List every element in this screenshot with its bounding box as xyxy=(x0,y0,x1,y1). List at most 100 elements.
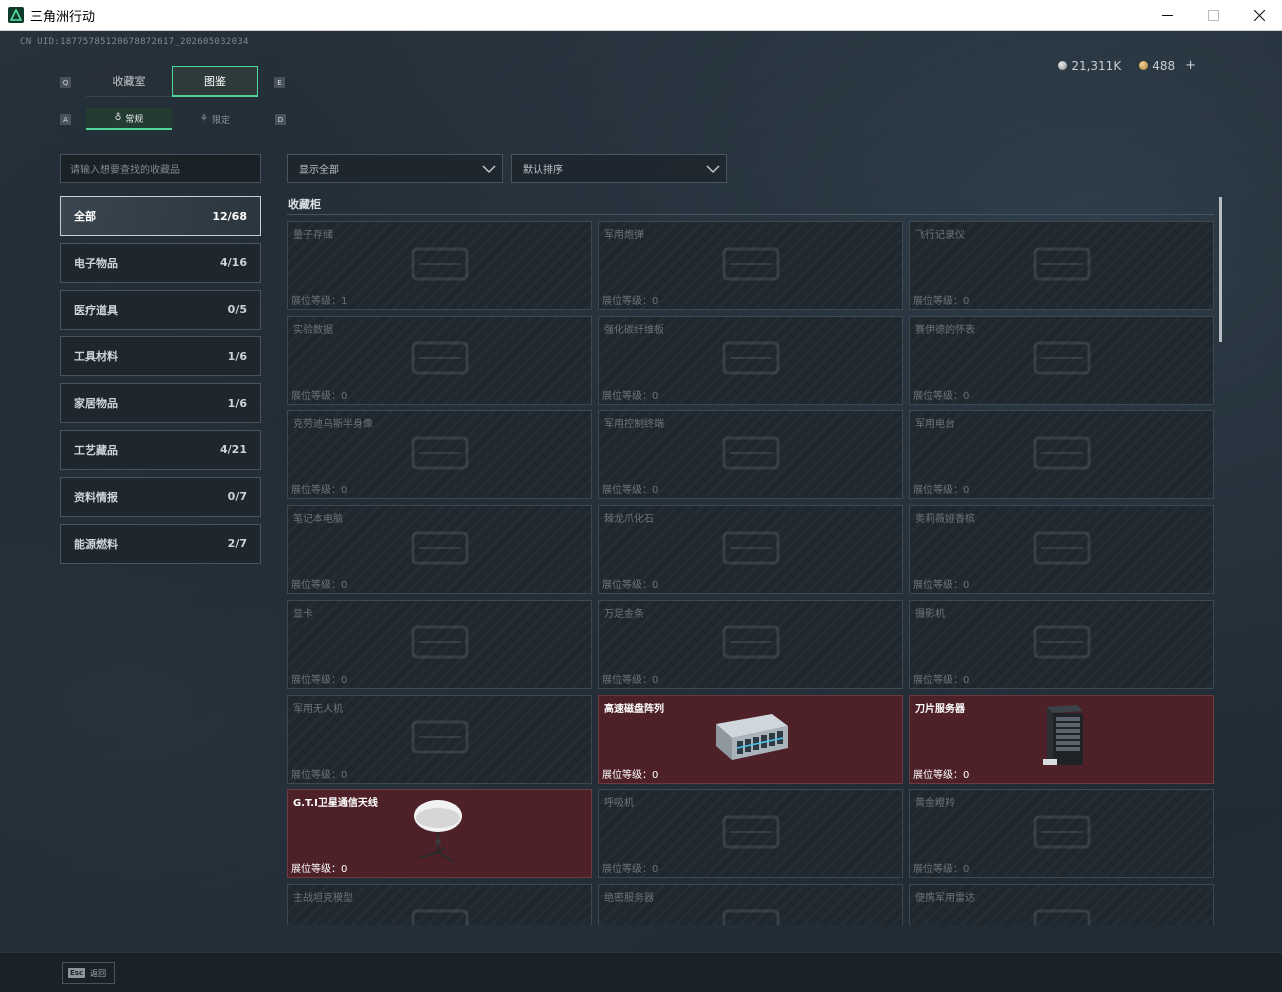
silver-amount: 21,311K xyxy=(1071,58,1122,73)
category-tools[interactable]: 工具材料 1/6 xyxy=(60,336,261,377)
add-currency-button[interactable]: + xyxy=(1185,58,1196,73)
item-name: 军用电台 xyxy=(915,419,955,431)
item-display-level: 展位等级：0 xyxy=(602,674,659,686)
item-card[interactable]: 实验数据 展位等级：0 xyxy=(287,315,592,405)
category-count: 1/6 xyxy=(227,349,247,363)
category-household[interactable]: 家居物品 1/6 xyxy=(60,383,261,424)
disc-icon xyxy=(405,333,475,387)
back-button[interactable]: Esc 返回 xyxy=(62,962,115,984)
item-name: 量子存储 xyxy=(293,230,333,241)
item-card[interactable]: 军用电台 展位等级：0 xyxy=(909,410,1214,500)
tab-regular[interactable]: ♁ 常规 xyxy=(86,108,172,130)
champagne-icon xyxy=(1027,523,1097,577)
item-card[interactable]: 强化碳纤维板 展位等级：0 xyxy=(598,315,903,405)
grid-scrollbar[interactable] xyxy=(1219,197,1222,342)
item-card[interactable]: 摄影机 展位等级：0 xyxy=(909,599,1214,689)
chevron-down-icon xyxy=(706,164,720,173)
item-display-level: 展位等级：0 xyxy=(913,296,970,307)
limited-icon: ⚘ xyxy=(199,114,209,124)
key-hint-q: Q xyxy=(60,77,71,88)
item-card[interactable]: 呼吸机 展位等级：0 xyxy=(598,789,903,879)
tab-limited[interactable]: ⚘ 限定 xyxy=(172,108,258,130)
category-label: 全部 xyxy=(74,210,96,223)
item-display-level: 展位等级：0 xyxy=(602,296,659,307)
item-card[interactable]: G.T.I卫星通信天线 展位等级：0 xyxy=(287,789,592,879)
category-list: 全部 12/68 电子物品 4/16 医疗道具 0/5 工具材料 1/6 家居物品 1/6… xyxy=(60,196,261,570)
item-name: 摄影机 xyxy=(915,608,945,620)
item-card[interactable]: 奥莉薇娅香槟 展位等级：0 xyxy=(909,505,1214,595)
maximize-icon[interactable] xyxy=(1190,0,1236,31)
item-display-level: 展位等级：0 xyxy=(602,580,659,592)
category-count: 1/6 xyxy=(227,396,247,410)
gpu-icon xyxy=(405,617,475,671)
item-name: 实验数据 xyxy=(293,324,333,336)
item-card[interactable]: 绝密服务器展位等级：0 xyxy=(598,883,903,925)
category-label: 资料情报 xyxy=(74,490,118,504)
tab-regular-label: 常规 xyxy=(125,114,144,125)
disk-array-icon xyxy=(710,708,792,770)
shell-icon xyxy=(716,239,786,293)
category-medical[interactable]: 医疗道具 0/5 xyxy=(60,289,261,330)
item-card[interactable]: 棘龙爪化石 展位等级：0 xyxy=(598,505,903,595)
blade-server-icon xyxy=(1039,703,1085,775)
item-card[interactable]: 高速磁盘阵列 展位等级：0 xyxy=(598,694,903,784)
tab-catalog[interactable]: 图鉴 xyxy=(172,66,258,97)
item-display-level: 展位等级：0 xyxy=(602,769,659,781)
tab-collection-room[interactable]: 收藏室 xyxy=(86,66,172,97)
item-name: 高速磁盘阵列 xyxy=(604,703,664,715)
category-crafts[interactable]: 工艺藏品 4/21 xyxy=(60,429,261,470)
search-input[interactable]: 请输入想要查找的收藏品 xyxy=(60,154,261,183)
regular-icon: ♁ xyxy=(114,113,122,123)
silver-currency: 21,311K xyxy=(1058,58,1121,73)
pocket-watch-icon xyxy=(1027,333,1097,387)
item-name: 万足金条 xyxy=(604,608,644,620)
minimize-icon[interactable] xyxy=(1144,0,1190,31)
item-card[interactable]: 军用无人机 展位等级：0 xyxy=(287,694,592,784)
item-name: 飞行记录仪 xyxy=(915,230,965,241)
sort-value: 默认排序 xyxy=(523,165,563,176)
item-card[interactable]: 军用控制终端 展位等级：0 xyxy=(598,410,903,500)
item-name: 黄金瞪羚 xyxy=(915,798,955,810)
item-card[interactable]: 赛伊德的怀表 展位等级：0 xyxy=(909,315,1214,405)
item-name: 强化碳纤维板 xyxy=(604,324,664,336)
item-card[interactable]: 黄金瞪羚展位等级：0 xyxy=(909,789,1214,879)
item-card[interactable]: 军用炮弹 展位等级：0 xyxy=(598,221,903,310)
item-display-level: 展位等级：0 xyxy=(913,769,970,781)
item-card[interactable]: 显卡 展位等级：0 xyxy=(287,599,592,689)
item-card[interactable]: 飞行记录仪展位等级：0 xyxy=(909,221,1214,310)
primary-tabs: 收藏室 图鉴 xyxy=(86,66,258,97)
camera-icon xyxy=(1027,617,1097,671)
item-card[interactable]: 笔记本电脑 展位等级：0 xyxy=(287,505,592,595)
server-icon xyxy=(716,901,786,925)
sort-dropdown[interactable]: 默认排序 xyxy=(511,154,727,183)
app-logo-icon xyxy=(8,7,24,23)
window-title: 三角洲行动 xyxy=(30,9,96,25)
carbon-plate-icon xyxy=(716,333,786,387)
key-hint-d: D xyxy=(275,114,286,125)
esc-key-hint: Esc xyxy=(68,968,86,978)
item-name: 便携军用雷达 xyxy=(915,892,975,904)
item-card[interactable]: 便携军用雷达展位等级：0 xyxy=(909,883,1214,925)
category-electronics[interactable]: 电子物品 4/16 xyxy=(60,242,261,283)
ventilator-icon xyxy=(716,807,786,861)
gold-amount: 488 xyxy=(1152,58,1176,73)
category-all[interactable]: 全部 12/68 xyxy=(60,196,261,236)
item-card[interactable]: 量子存储 展位等级：1 xyxy=(287,221,592,310)
item-card[interactable]: 克劳迪乌斯半身像 展位等级：0 xyxy=(287,410,592,500)
display-filter-dropdown[interactable]: 显示全部 xyxy=(287,154,503,183)
gold-currency: 488 + xyxy=(1139,58,1196,73)
tank-model-icon xyxy=(405,901,475,925)
category-intel[interactable]: 资料情报 0/7 xyxy=(60,476,261,517)
item-name: 绝密服务器 xyxy=(604,892,654,904)
radar-icon xyxy=(1027,901,1097,925)
item-display-level: 展位等级：0 xyxy=(291,485,348,497)
terminal-icon xyxy=(716,428,786,482)
item-card[interactable]: 刀片服务器 展位等级：0 xyxy=(909,694,1214,784)
item-display-level: 展位等级：0 xyxy=(913,864,970,876)
category-label: 能源燃料 xyxy=(74,537,118,551)
secondary-tabs: ♁ 常规 ⚘ 限定 xyxy=(86,108,258,130)
item-card[interactable]: 万足金条展位等级：0 xyxy=(598,599,903,689)
category-energy[interactable]: 能源燃料 2/7 xyxy=(60,523,261,564)
item-card[interactable]: 主战坦克模型展位等级：0 xyxy=(287,883,592,925)
close-icon[interactable] xyxy=(1236,0,1282,31)
